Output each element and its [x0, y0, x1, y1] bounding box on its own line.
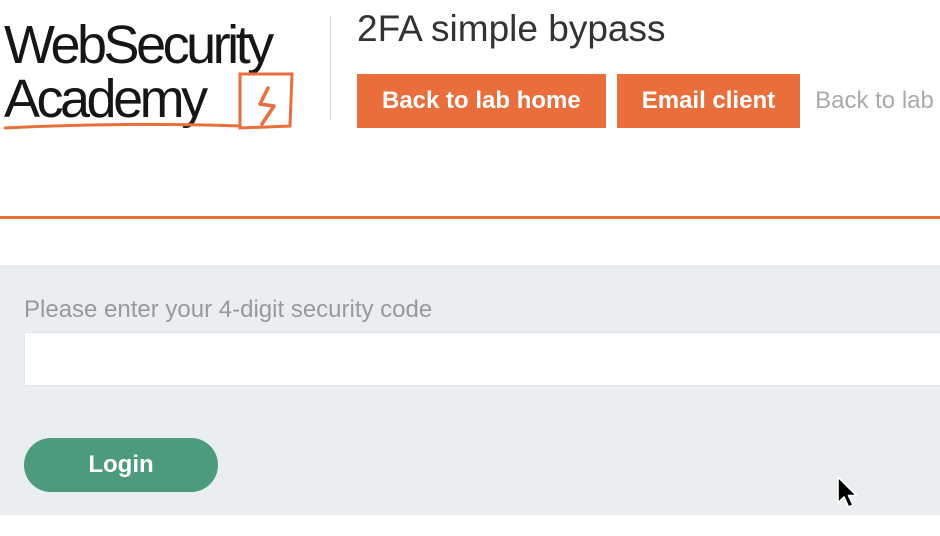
lightning-bolt-icon: [3, 72, 294, 130]
login-button[interactable]: Login: [24, 438, 218, 492]
security-code-input[interactable]: [24, 332, 940, 386]
mouse-pointer-icon: [837, 476, 858, 508]
header-nav: Back to lab home Email client Back to la…: [357, 74, 940, 128]
email-client-button[interactable]: Email client: [616, 74, 801, 128]
page-header: WebSecurity Academy 2FA simple bypass Ba…: [0, 0, 940, 219]
header-divider: [330, 16, 331, 120]
back-to-lab-description-link[interactable]: Back to lab description: [815, 74, 940, 128]
lab-title: 2FA simple bypass: [357, 8, 666, 49]
back-to-lab-home-button[interactable]: Back to lab home: [357, 74, 606, 128]
web-security-academy-logo[interactable]: WebSecurity Academy: [0, 8, 330, 136]
security-code-label: Please enter your 4-digit security code: [24, 296, 433, 323]
